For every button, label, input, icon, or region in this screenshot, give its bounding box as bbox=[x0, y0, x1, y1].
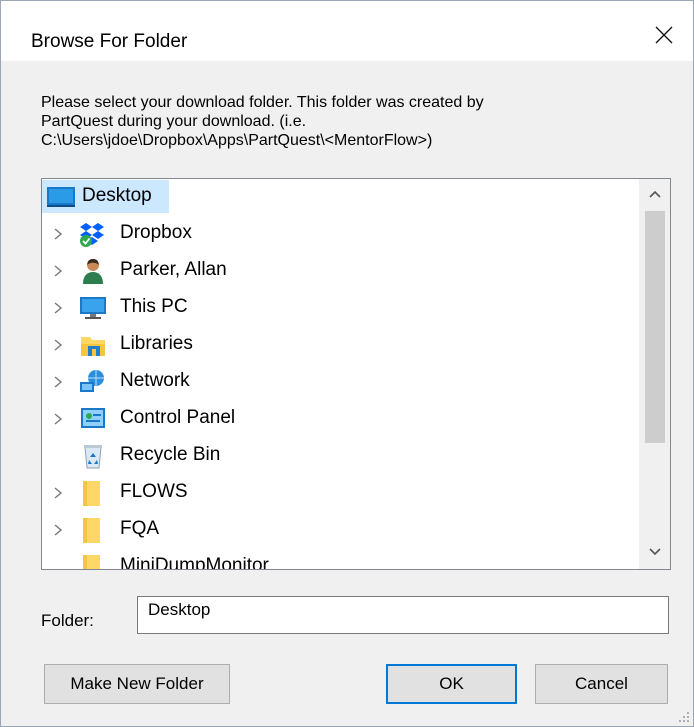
folder-icon bbox=[83, 518, 100, 543]
browse-for-folder-dialog: Browse For Folder Please select your dow… bbox=[0, 0, 694, 727]
instructions-line-3: C:\Users\jdoe\Dropbox\Apps\PartQuest\<Me… bbox=[41, 132, 433, 149]
recycle-bin-icon bbox=[84, 445, 102, 469]
chevron-right-icon[interactable] bbox=[53, 523, 63, 537]
chevron-right-icon[interactable] bbox=[53, 486, 63, 500]
libraries-icon bbox=[81, 337, 105, 356]
title-bar[interactable]: Browse For Folder bbox=[1, 1, 693, 61]
chevron-right-icon[interactable] bbox=[53, 264, 63, 278]
tree-item-label: Network bbox=[120, 370, 190, 391]
tree-item-label: FLOWS bbox=[120, 481, 188, 502]
chevron-right-icon[interactable] bbox=[53, 375, 63, 389]
tree-item-label: Dropbox bbox=[120, 222, 192, 243]
vertical-scrollbar[interactable] bbox=[639, 179, 670, 569]
tree-item-label: Desktop bbox=[82, 185, 152, 206]
tree-item-network[interactable]: Network bbox=[42, 365, 642, 398]
network-icon bbox=[80, 370, 104, 392]
tree-item-recycle-bin[interactable]: Recycle Bin bbox=[42, 439, 642, 472]
tree-item-label: Recycle Bin bbox=[120, 444, 221, 465]
folder-name-input[interactable] bbox=[137, 596, 669, 634]
resize-grip-icon[interactable] bbox=[678, 711, 690, 723]
tree-item-label: Libraries bbox=[120, 333, 193, 354]
folder-label: Folder: bbox=[41, 611, 94, 630]
dropbox-icon bbox=[80, 223, 104, 247]
tree-item-label: FQA bbox=[120, 518, 160, 539]
folder-tree[interactable]: Desktop Dropbox Parker, Allan This PC Li… bbox=[41, 178, 671, 570]
tree-item-flows[interactable]: FLOWS bbox=[42, 476, 642, 509]
folder-icon bbox=[83, 481, 100, 506]
tree-item-user[interactable]: Parker, Allan bbox=[42, 254, 642, 287]
tree-item-label: Control Panel bbox=[120, 407, 236, 428]
chevron-right-icon[interactable] bbox=[53, 227, 63, 241]
tree-item-libraries[interactable]: Libraries bbox=[42, 328, 642, 361]
user-icon bbox=[83, 259, 103, 284]
chevron-right-icon[interactable] bbox=[53, 338, 63, 352]
chevron-right-icon[interactable] bbox=[53, 301, 63, 315]
scroll-down-arrow-icon[interactable] bbox=[648, 547, 662, 557]
scrollbar-thumb[interactable] bbox=[645, 211, 665, 443]
ok-button[interactable]: OK bbox=[386, 664, 517, 704]
scroll-up-arrow-icon[interactable] bbox=[648, 189, 662, 199]
cancel-button[interactable]: Cancel bbox=[535, 664, 668, 704]
desktop-icon bbox=[47, 187, 75, 207]
folder-icon bbox=[83, 555, 100, 569]
chevron-right-icon[interactable] bbox=[53, 412, 63, 426]
instructions-line-1: Please select your download folder. This… bbox=[41, 94, 484, 111]
instructions-text: Please select your download folder. This… bbox=[41, 93, 651, 150]
instructions-line-2: PartQuest during your download. (i.e. bbox=[41, 113, 307, 130]
tree-item-label: Parker, Allan bbox=[120, 259, 227, 280]
tree-item-control-panel[interactable]: Control Panel bbox=[42, 402, 642, 435]
tree-item-desktop[interactable]: Desktop bbox=[42, 180, 169, 213]
tree-item-minidumpmonitor[interactable]: MiniDumpMonitor bbox=[42, 550, 642, 570]
make-new-folder-button[interactable]: Make New Folder bbox=[44, 664, 230, 704]
tree-item-label: This PC bbox=[120, 296, 188, 317]
tree-item-label: MiniDumpMonitor bbox=[120, 555, 269, 570]
control-panel-icon bbox=[81, 408, 105, 428]
close-button[interactable] bbox=[641, 17, 687, 53]
tree-item-dropbox[interactable]: Dropbox bbox=[42, 217, 642, 250]
tree-item-this-pc[interactable]: This PC bbox=[42, 291, 642, 324]
dialog-title: Browse For Folder bbox=[31, 31, 188, 52]
close-icon bbox=[655, 26, 673, 44]
computer-icon bbox=[80, 297, 106, 319]
tree-item-fqa[interactable]: FQA bbox=[42, 513, 642, 546]
